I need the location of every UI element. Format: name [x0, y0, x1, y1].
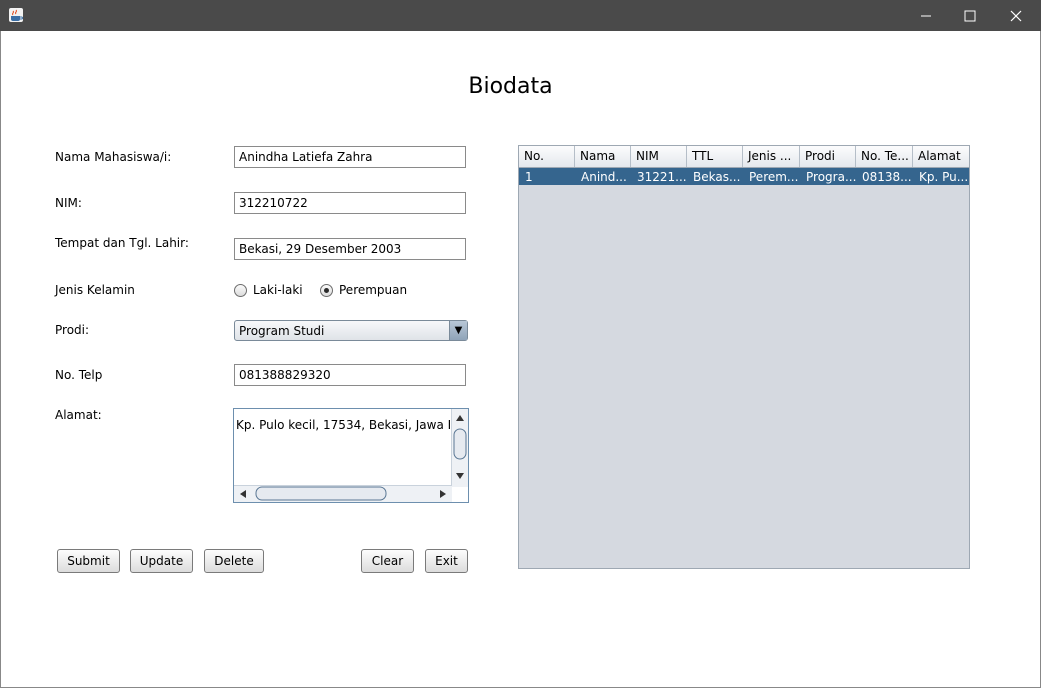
column-header[interactable]: TTL — [687, 146, 743, 167]
maximize-button[interactable] — [947, 0, 993, 31]
table-cell: Progra... — [806, 170, 856, 184]
prodi-selected-value: Program Studi — [239, 324, 325, 338]
scroll-arrows-icon — [453, 415, 467, 479]
alamat-text: Kp. Pulo kecil, 17534, Bekasi, Jawa Bara… — [236, 418, 450, 432]
alamat-label: Alamat: — [55, 408, 102, 422]
table-cell: 31221... — [637, 170, 687, 184]
close-icon — [1010, 10, 1022, 21]
column-header[interactable]: No. — [519, 146, 575, 167]
gender-radio-perempuan[interactable]: Perempuan — [320, 283, 407, 297]
radio-circle-icon[interactable] — [234, 283, 247, 297]
window-titlebar — [0, 0, 1041, 31]
radio-selected-icon[interactable] — [320, 283, 333, 297]
table-cell: 1 — [525, 170, 533, 184]
table-cell: Perem... — [749, 170, 799, 184]
telp-label: No. Telp — [55, 368, 103, 382]
horizontal-scrollbar[interactable] — [234, 485, 452, 502]
prodi-label: Prodi: — [55, 323, 90, 337]
table-cell: 08138... — [862, 170, 912, 184]
column-header[interactable]: Prodi — [800, 146, 856, 167]
close-button[interactable] — [993, 0, 1039, 31]
table-cell: Anind... — [581, 170, 627, 184]
maximize-icon — [964, 10, 976, 21]
ttl-label: Tempat dan Tgl. Lahir: — [55, 236, 189, 250]
minimize-button[interactable] — [903, 0, 949, 31]
table-cell: Kp. Pu... — [919, 170, 969, 184]
nim-field[interactable]: 312210722 — [234, 192, 466, 214]
clear-button[interactable]: Clear — [361, 549, 414, 573]
chevron-down-icon[interactable]: ▼ — [449, 321, 467, 340]
minimize-icon — [921, 15, 931, 16]
biodata-table[interactable]: No. Nama NIM TTL Jenis ... Prodi No. Te.… — [518, 145, 970, 569]
column-header[interactable]: No. Te... — [856, 146, 913, 167]
column-header[interactable]: Nama — [575, 146, 631, 167]
exit-button[interactable]: Exit — [425, 549, 468, 573]
table-cell: Bekas... — [693, 170, 741, 184]
prodi-combobox[interactable]: Program Studi ▼ — [234, 320, 468, 341]
column-header[interactable]: NIM — [631, 146, 687, 167]
update-button[interactable]: Update — [130, 549, 193, 573]
nim-label: NIM: — [55, 196, 82, 210]
scroll-arrows-icon — [240, 486, 446, 501]
page-title: Biodata — [468, 74, 553, 99]
nama-field[interactable]: Anindha Latiefa Zahra — [234, 146, 466, 168]
ttl-field[interactable]: Bekasi, 29 Desember 2003 — [234, 238, 466, 260]
gender-radio-laki-laki[interactable]: Laki-laki — [234, 283, 303, 297]
gender-option-label: Perempuan — [339, 283, 408, 297]
telp-field[interactable]: 081388829320 — [234, 364, 466, 386]
table-header: No. Nama NIM TTL Jenis ... Prodi No. Te.… — [519, 146, 969, 168]
java-coffee-icon — [9, 8, 24, 22]
nama-label: Nama Mahasiswa/i: — [55, 150, 172, 164]
column-header[interactable]: Alamat — [913, 146, 969, 167]
gender-option-label: Laki-laki — [253, 283, 303, 297]
submit-button[interactable]: Submit — [57, 549, 120, 573]
delete-button[interactable]: Delete — [204, 549, 264, 573]
column-header[interactable]: Jenis ... — [743, 146, 800, 167]
alamat-textarea[interactable]: Kp. Pulo kecil, 17534, Bekasi, Jawa Bara… — [233, 408, 469, 503]
jenis-kelamin-label: Jenis Kelamin — [55, 283, 135, 297]
table-row[interactable]: 1 Anind... 31221... Bekas... Perem... Pr… — [519, 168, 969, 185]
vertical-scrollbar[interactable] — [451, 409, 468, 487]
